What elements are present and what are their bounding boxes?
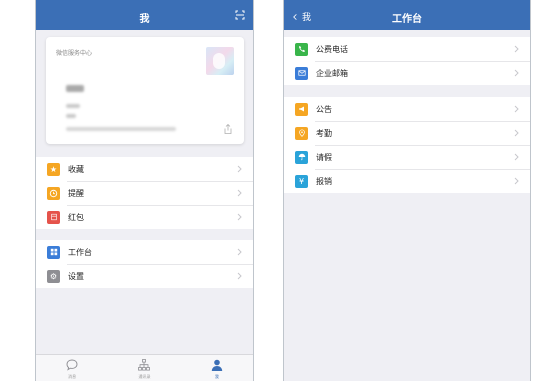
share-icon[interactable] (224, 124, 232, 134)
menu-item-announcement[interactable]: 公告 (284, 97, 530, 121)
menu-item-label: 请假 (316, 152, 332, 162)
menu-item-public-phone[interactable]: 公费电话 (284, 37, 530, 61)
user-info-redacted (66, 104, 80, 108)
profile-avatar[interactable] (206, 47, 234, 75)
chevron-right-icon (237, 165, 242, 173)
tab-messages[interactable]: 消息 (36, 355, 108, 381)
chevron-right-icon (514, 45, 519, 53)
menu-item-settings[interactable]: ⚙ 设置 (36, 264, 253, 288)
tab-contacts[interactable]: 通讯录 (108, 355, 180, 381)
phone-icon (295, 42, 308, 56)
me-menu-group-2: 工作台 ⚙ 设置 (36, 240, 253, 288)
chevron-right-icon (514, 105, 519, 113)
page-title: 我 (139, 14, 150, 25)
menu-item-leave-request[interactable]: 请假 (284, 145, 530, 169)
user-name-redacted (66, 85, 84, 92)
location-pin-icon (295, 126, 308, 140)
tab-label: 我 (214, 374, 219, 379)
user-info-redacted (66, 114, 76, 118)
mail-icon (295, 66, 308, 80)
star-icon: ★ (47, 162, 60, 176)
chevron-right-icon (514, 153, 519, 161)
status-bar (36, 0, 253, 4)
me-screen: 我 微信服务中心 ★ 收藏 提醒 红包 工作台 ⚙ 设置 消息 通讯录 我 (35, 0, 254, 381)
navigation-bar: 我 工作台 (284, 0, 530, 30)
organization-name: 微信服务中心 (56, 50, 93, 57)
menu-item-reimbursement[interactable]: ¥ 报销 (284, 169, 530, 193)
person-icon (211, 359, 223, 371)
red-envelope-icon (47, 210, 60, 224)
chevron-right-icon (514, 129, 519, 137)
chevron-right-icon (237, 189, 242, 197)
me-menu-group-1: ★ 收藏 提醒 红包 (36, 157, 253, 229)
tab-label: 消息 (68, 374, 77, 379)
status-bar (284, 0, 530, 4)
clock-icon (47, 186, 60, 200)
menu-item-label: 企业邮箱 (316, 68, 348, 78)
tab-bar: 消息 通讯录 我 (36, 354, 253, 381)
menu-item-label: 公告 (316, 104, 332, 114)
menu-item-label: 红包 (68, 212, 84, 222)
navigation-bar: 我 (36, 0, 253, 30)
menu-item-red-envelope[interactable]: 红包 (36, 205, 253, 229)
tab-me[interactable]: 我 (181, 355, 253, 381)
menu-item-workbench[interactable]: 工作台 (36, 240, 253, 264)
workbench-group-1: 公费电话 企业邮箱 (284, 37, 530, 85)
scan-icon[interactable] (235, 10, 245, 20)
menu-item-label: 收藏 (68, 164, 84, 174)
profile-card[interactable]: 微信服务中心 (46, 37, 244, 144)
org-chart-icon (138, 359, 151, 371)
chevron-right-icon (514, 177, 519, 185)
menu-item-label: 公费电话 (316, 44, 348, 54)
yen-icon: ¥ (295, 174, 308, 188)
chevron-right-icon (237, 213, 242, 221)
menu-item-label: 报销 (316, 176, 332, 186)
umbrella-icon (295, 150, 308, 164)
chevron-right-icon (237, 248, 242, 256)
chevron-right-icon (237, 272, 242, 280)
megaphone-icon (295, 102, 308, 116)
gear-icon: ⚙ (47, 269, 60, 283)
grid-icon (47, 245, 60, 259)
tab-label: 通讯录 (138, 374, 151, 379)
user-email-redacted (66, 127, 176, 131)
workbench-screen: 我 工作台 公费电话 企业邮箱 公告 考勤 请假 ¥ 报销 (283, 0, 531, 381)
menu-item-label: 设置 (68, 271, 84, 281)
workbench-group-2: 公告 考勤 请假 ¥ 报销 (284, 97, 530, 193)
menu-item-attendance[interactable]: 考勤 (284, 121, 530, 145)
menu-item-label: 工作台 (68, 247, 92, 257)
menu-item-label: 提醒 (68, 188, 84, 198)
chat-bubble-icon (66, 359, 78, 371)
menu-item-label: 考勤 (316, 128, 332, 138)
chevron-right-icon (514, 69, 519, 77)
menu-item-reminders[interactable]: 提醒 (36, 181, 253, 205)
menu-item-favorites[interactable]: ★ 收藏 (36, 157, 253, 181)
page-title: 工作台 (392, 14, 422, 25)
menu-item-enterprise-mail[interactable]: 企业邮箱 (284, 61, 530, 85)
